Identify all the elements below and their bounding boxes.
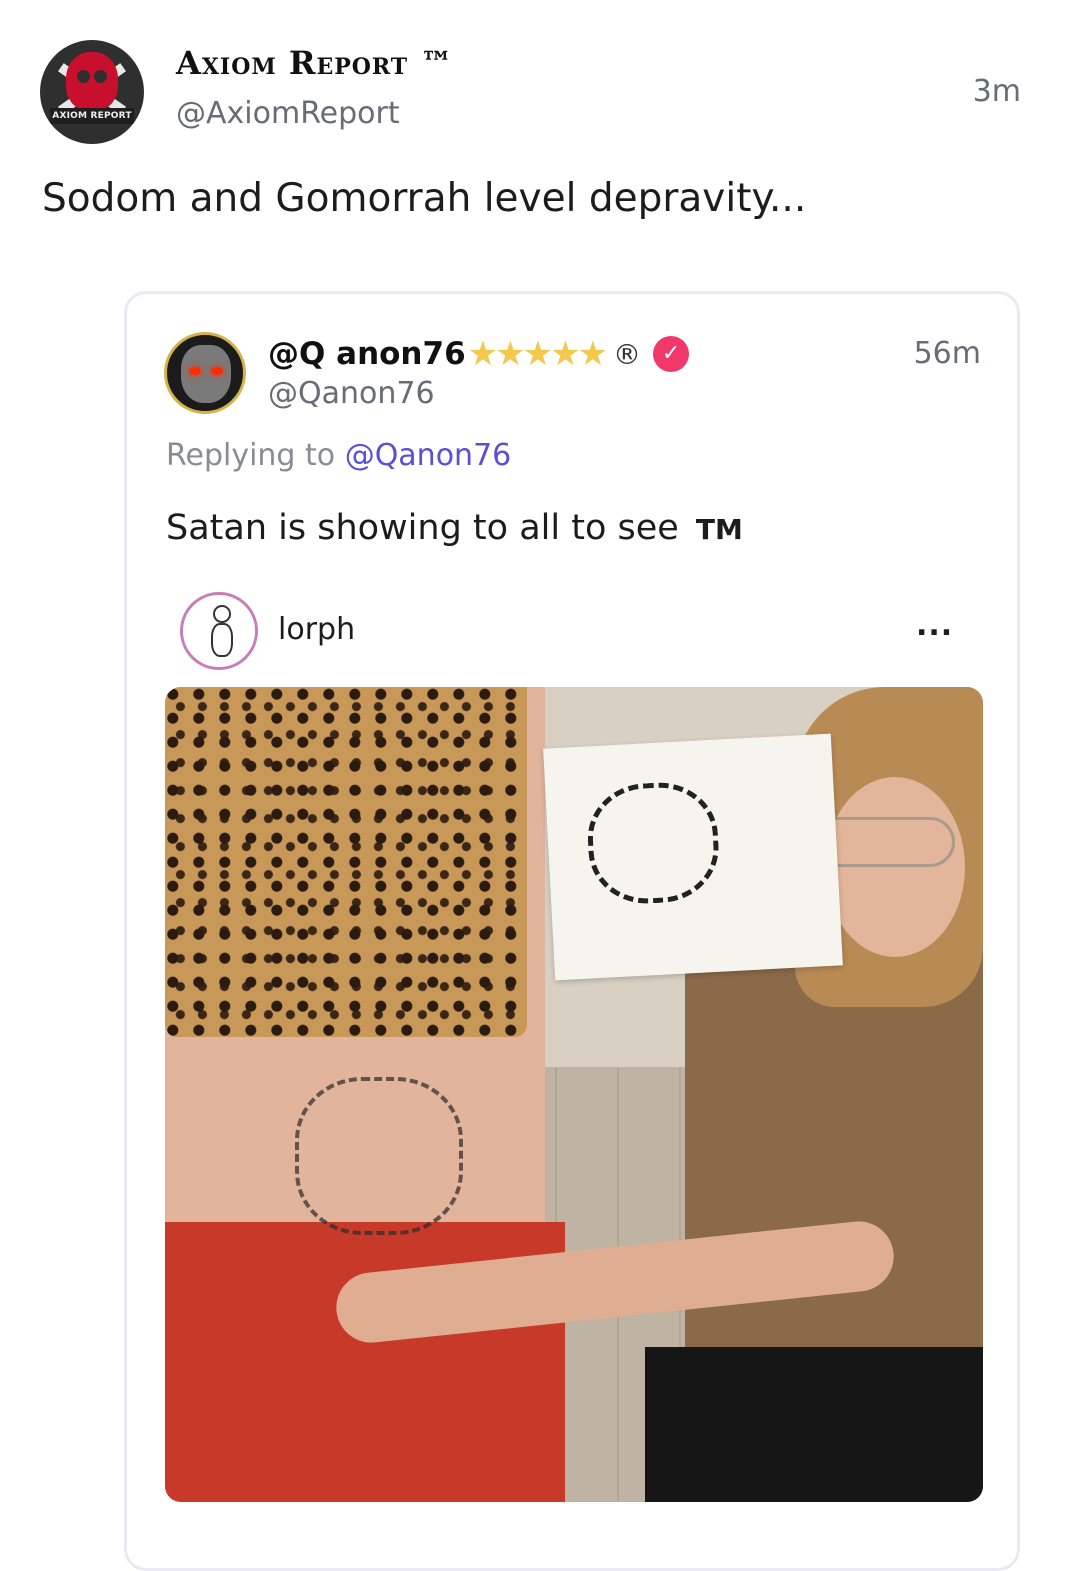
- reply-prefix: Replying to: [166, 438, 336, 473]
- quoted-timestamp[interactable]: 56m: [914, 336, 981, 371]
- trademark-mark: TM: [695, 513, 743, 546]
- replying-to: Replying to @Qanon76: [166, 438, 511, 473]
- glowing-eye-icon: [189, 367, 201, 375]
- reply-mention-link[interactable]: @Qanon76: [345, 438, 512, 473]
- post-timestamp[interactable]: 3m: [973, 74, 1021, 109]
- verified-badge-icon: ✓: [653, 336, 690, 372]
- quoted-author-avatar[interactable]: [164, 332, 246, 414]
- skull-icon: [66, 52, 118, 110]
- photo-leopard-top: [165, 687, 527, 1037]
- quoted-author-handle[interactable]: @Qanon76: [268, 376, 435, 411]
- lion-icon: [181, 345, 231, 403]
- star-icons: ★★★★★: [467, 334, 608, 374]
- photo-black-pants: [645, 1347, 983, 1502]
- quoted-text: Satan is showing to all to see TM: [166, 508, 743, 548]
- embedded-photo[interactable]: [165, 687, 983, 1502]
- photo-drawing-paper: [543, 733, 843, 981]
- embed-user-avatar[interactable]: [180, 592, 258, 670]
- author-avatar[interactable]: AXIOM REPORT: [40, 40, 144, 144]
- photo-face: [825, 777, 965, 957]
- embed-username[interactable]: lorph: [278, 612, 355, 647]
- tweet[interactable]: AXIOM REPORT Axiom Report ™ @AxiomReport…: [0, 0, 1065, 1571]
- author-handle[interactable]: @AxiomReport: [176, 96, 400, 131]
- quoted-author-name[interactable]: @Q anon76: [268, 336, 466, 372]
- avatar-badge-text: AXIOM REPORT: [50, 108, 134, 124]
- glowing-eye-icon: [211, 367, 223, 375]
- author-name[interactable]: Axiom Report ™: [176, 44, 453, 82]
- post-text: Sodom and Gomorrah level depravity...: [42, 176, 807, 221]
- more-options-icon[interactable]: ...: [916, 608, 953, 643]
- quoted-author-name-row[interactable]: @Q anon76 ★★★★★ ® ✓: [268, 334, 690, 374]
- quoted-text-body: Satan is showing to all to see: [166, 508, 679, 548]
- photo-tattoo: [295, 1077, 463, 1235]
- cherub-icon: [205, 605, 235, 657]
- registered-icon: ®: [613, 337, 642, 371]
